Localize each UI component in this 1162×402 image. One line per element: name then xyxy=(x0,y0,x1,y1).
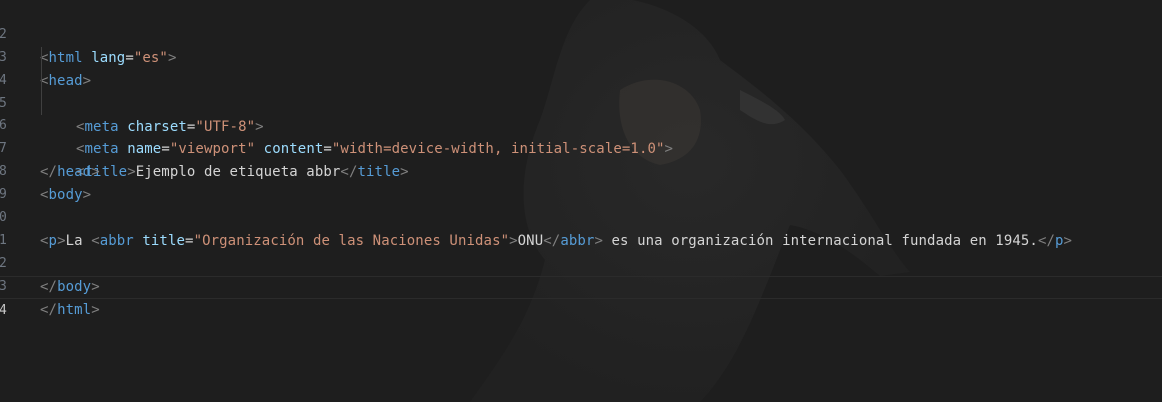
indent-guide xyxy=(41,46,42,70)
code-line[interactable]: 7 </head> xyxy=(0,115,1162,180)
code-line[interactable]: 5 <meta name="viewport" content="width=d… xyxy=(0,69,1162,157)
line-number: 4 xyxy=(0,302,7,318)
code-line[interactable]: 9 xyxy=(0,161,1162,202)
code-editor[interactable]: 2 <html lang="es"> 3 <head> 4 <meta char… xyxy=(0,0,1162,402)
code-line[interactable]: 1 xyxy=(0,207,1162,248)
code-line[interactable]: 2 <html lang="es"> xyxy=(0,1,1162,66)
code-line[interactable]: 0 <p>La <abbr title="Organización de las… xyxy=(0,184,1162,249)
code-line-current[interactable]: 4 xyxy=(0,275,1162,318)
indent-guide xyxy=(41,92,42,116)
code-lines: 2 <html lang="es"> 3 <head> 4 <meta char… xyxy=(0,1,1162,318)
code-line[interactable]: 3 <head> xyxy=(0,24,1162,89)
code-line[interactable]: 4 <meta charset="UTF-8"> xyxy=(0,46,1162,135)
indent-guide xyxy=(41,69,42,93)
code-line[interactable]: 2 </body> xyxy=(0,230,1162,295)
code-line[interactable]: 3 </html> xyxy=(0,253,1162,318)
code-line[interactable]: 6 <title>Ejemplo de etiqueta abbr</title… xyxy=(0,92,1162,180)
code-line[interactable]: 8 <body> xyxy=(0,138,1162,203)
